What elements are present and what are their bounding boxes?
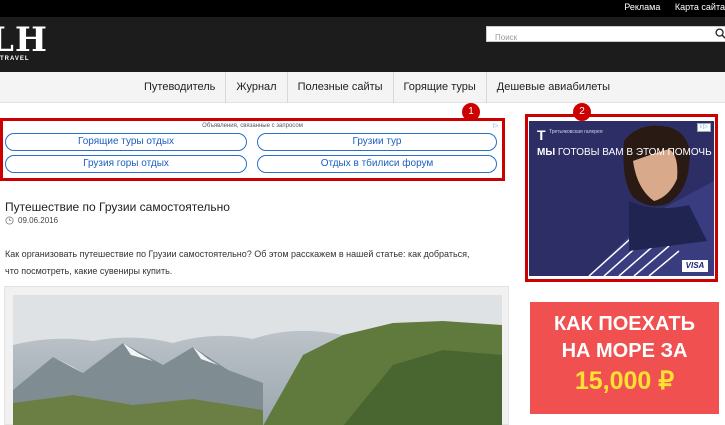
visa-logo: VISA	[682, 260, 708, 272]
top-links: Реклама Карта сайта	[612, 2, 725, 12]
ad-link-button[interactable]: Отдых в тбилиси форум	[257, 155, 497, 173]
banner-ad[interactable]: Т Третьяковская галерея МЫ ГОТОВЫ ВАМ В …	[529, 121, 714, 276]
article-photo[interactable]	[4, 286, 509, 425]
ad-link-button[interactable]: Грузия горы отдых	[5, 155, 247, 173]
ad-block-links: Объявления, связанные с запросом ▷ Горящ…	[0, 118, 505, 181]
logo-subtitle: TRAVEL	[0, 56, 30, 62]
nav-item-hot-tours[interactable]: Горящие туры	[394, 72, 487, 103]
banner-slogan: МЫ ГОТОВЫ ВАМ В ЭТОМ ПОМОЧЬ	[537, 147, 712, 159]
gallery-name: Третьяковская галерея	[549, 129, 603, 135]
link-advertising[interactable]: Реклама	[624, 2, 660, 12]
promo-line-1: КАК ПОЕХАТЬ	[553, 313, 696, 335]
page: Реклама Карта сайта LH TRAVEL Путеводите…	[0, 0, 725, 425]
clock-icon	[5, 216, 14, 225]
article-intro: Как организовать путешествие по Грузии с…	[5, 249, 470, 276]
ad-link-button[interactable]: Грузии тур	[257, 133, 497, 151]
banner-artwork	[529, 121, 714, 276]
adchoices-icon[interactable]: i ▷	[697, 123, 711, 132]
nav-item-useful-sites[interactable]: Полезные сайты	[288, 72, 394, 103]
promo-banner[interactable]: КАК ПОЕХАТЬ НА МОРЕ ЗА 15,000 ₽	[530, 302, 719, 414]
ad-link-button[interactable]: Горящие туры отдых	[5, 133, 247, 151]
slogan-rest: ГОТОВЫ ВАМ В ЭТОМ ПОМОЧЬ	[555, 147, 712, 158]
top-bar: Реклама Карта сайта	[0, 0, 725, 17]
article-title: Путешествие по Грузии самостоятельно	[5, 200, 230, 214]
gallery-logo: Т	[537, 127, 546, 143]
date-text: 09.06.2016	[18, 216, 59, 225]
annotation-marker-1: 1	[462, 103, 480, 121]
article-date: 09.06.2016	[5, 216, 58, 225]
ad-header: Объявления, связанные с запросом	[202, 123, 303, 129]
adchoices-icon[interactable]: ▷	[493, 122, 498, 129]
mountain-landscape-image	[13, 295, 502, 425]
search-box	[486, 26, 725, 45]
nav-item-cheap-flights[interactable]: Дешевые авиабилеты	[487, 72, 620, 103]
site-logo[interactable]: LH	[0, 20, 48, 60]
search-input[interactable]	[487, 30, 697, 45]
link-sitemap[interactable]: Карта сайта	[675, 2, 725, 12]
promo-line-2: НА МОРЕ ЗА	[561, 340, 688, 362]
promo-price: 15,000 ₽	[574, 367, 675, 395]
annotation-marker-2: 2	[573, 103, 591, 121]
search-icon[interactable]	[715, 28, 725, 39]
slogan-bold: МЫ	[537, 147, 556, 158]
nav-item-guide[interactable]: Путеводитель	[134, 72, 227, 103]
nav-item-journal[interactable]: Журнал	[226, 72, 288, 103]
site-header: LH TRAVEL	[0, 17, 725, 72]
main-nav: Путеводитель Журнал Полезные сайты Горящ…	[0, 72, 725, 103]
